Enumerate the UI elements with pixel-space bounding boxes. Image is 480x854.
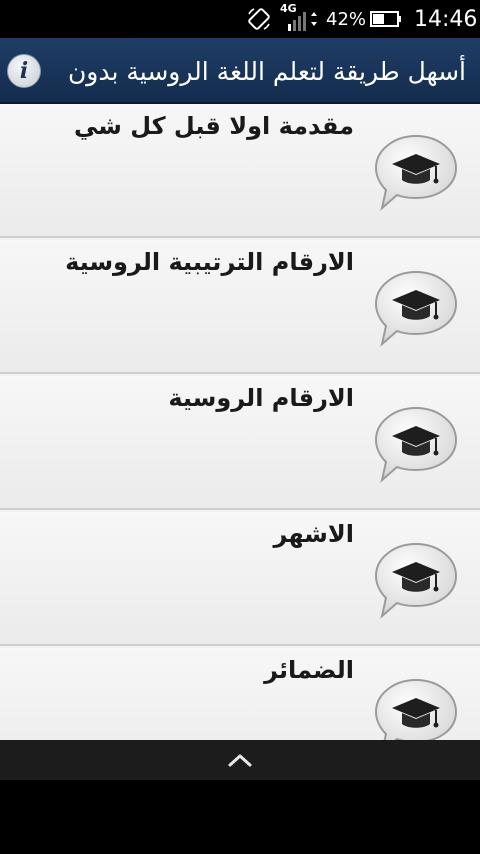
network-type-label: 4G [280, 2, 297, 15]
chevron-up-icon[interactable] [226, 751, 254, 769]
graduation-cap-bubble-icon [374, 542, 458, 619]
clock: 14:46 [414, 6, 478, 32]
graduation-cap-bubble-icon [374, 134, 458, 211]
list-item[interactable]: الضمائر [0, 648, 480, 740]
list-item-label: مقدمة اولا قبل كل شي [73, 112, 354, 140]
list-item-label: الاشهر [273, 520, 354, 548]
status-bar: 4G 42% 14:46 [0, 0, 480, 38]
bottom-bar [0, 740, 480, 780]
battery-icon [370, 0, 404, 38]
info-icon[interactable]: i [7, 54, 41, 88]
app-header: i أسهل طريقة لتعلم اللغة الروسية بدون [0, 38, 480, 104]
list-item[interactable]: الارقام الترتيبية الروسية [0, 240, 480, 374]
system-nav-area [0, 780, 480, 854]
list-item[interactable]: مقدمة اولا قبل كل شي [0, 104, 480, 238]
list-item[interactable]: الارقام الروسية [0, 376, 480, 510]
lesson-list: مقدمة اولا قبل كل شي الارقام الترتيبية ا… [0, 104, 480, 740]
list-item-label: الارقام الروسية [168, 384, 354, 412]
graduation-cap-bubble-icon [374, 406, 458, 483]
signal-icon: 4G [280, 0, 320, 38]
list-item-label: الضمائر [264, 656, 354, 684]
battery-percent: 42% [326, 8, 367, 30]
screen-rotation-icon [246, 0, 272, 38]
list-item[interactable]: الاشهر [0, 512, 480, 646]
graduation-cap-bubble-icon [374, 270, 458, 347]
graduation-cap-bubble-icon [374, 678, 458, 740]
info-glyph: i [19, 58, 29, 84]
page-title: أسهل طريقة لتعلم اللغة الروسية بدون [67, 57, 466, 86]
list-item-label: الارقام الترتيبية الروسية [65, 248, 354, 276]
